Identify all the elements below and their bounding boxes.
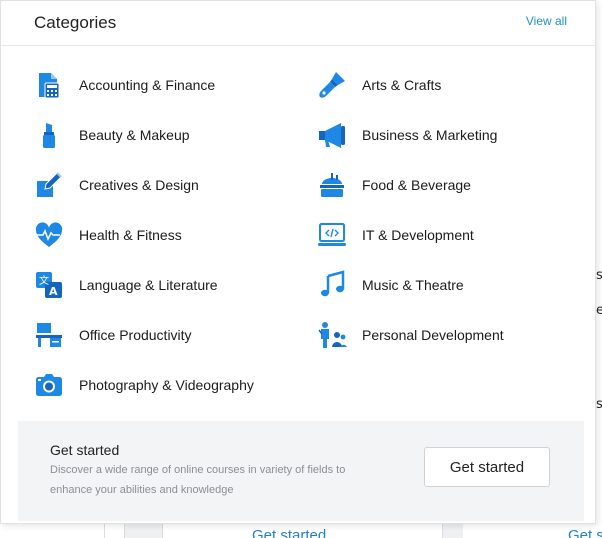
- svg-text:A: A: [49, 285, 58, 298]
- background-text-fragment: s: [596, 268, 602, 283]
- category-label: IT & Development: [362, 227, 474, 243]
- pen-design-icon: [33, 169, 65, 201]
- background-text-fragment: s: [596, 397, 602, 412]
- category-health-fitness[interactable]: Health & Fitness: [33, 219, 182, 251]
- paintbrush-icon: [316, 69, 348, 101]
- code-laptop-icon: [316, 219, 348, 251]
- food-icon: [316, 169, 348, 201]
- category-it-development[interactable]: IT & Development: [316, 219, 474, 251]
- get-started-heading: Get started: [50, 442, 120, 458]
- category-label: Health & Fitness: [79, 227, 182, 243]
- category-label: Food & Beverage: [362, 177, 471, 193]
- category-label: Beauty & Makeup: [79, 127, 190, 143]
- category-office-productivity[interactable]: Office Productivity: [33, 319, 192, 351]
- heart-pulse-icon: [33, 219, 65, 251]
- music-note-icon: [316, 269, 348, 301]
- megaphone-icon: [316, 119, 348, 151]
- get-started-button[interactable]: Get started: [424, 447, 550, 487]
- category-label: Business & Marketing: [362, 127, 498, 143]
- category-label: Accounting & Finance: [79, 77, 216, 93]
- category-label: Personal Development: [362, 327, 504, 343]
- office-desk-icon: [33, 319, 65, 351]
- get-started-description: Discover a wide range of online courses …: [50, 464, 346, 496]
- category-label: Office Productivity: [79, 327, 192, 343]
- category-label: Arts & Crafts: [362, 77, 442, 93]
- category-arts-crafts[interactable]: Arts & Crafts: [316, 69, 441, 101]
- lipstick-icon: [33, 119, 65, 151]
- category-personal-development[interactable]: Personal Development: [316, 319, 504, 351]
- category-label: Creatives & Design: [79, 177, 199, 193]
- svg-text:文: 文: [39, 274, 49, 287]
- category-creatives-design[interactable]: Creatives & Design: [33, 169, 199, 201]
- background-get-started-link[interactable]: Get started: [252, 527, 326, 538]
- camera-icon: [33, 369, 65, 401]
- category-business-marketing[interactable]: Business & Marketing: [316, 119, 497, 151]
- category-photography-videography[interactable]: Photography & Videography: [33, 369, 254, 401]
- category-language-literature[interactable]: 文A Language & Literature: [33, 269, 218, 301]
- people-growth-icon: [316, 319, 348, 351]
- dropdown-header: Categories View all: [1, 1, 595, 46]
- dropdown-title: Categories: [34, 13, 117, 32]
- category-music-theatre[interactable]: Music & Theatre: [316, 269, 464, 301]
- translate-icon: 文A: [33, 269, 65, 301]
- background-get-started-link[interactable]: Get started: [568, 527, 602, 538]
- category-label: Photography & Videography: [79, 377, 254, 393]
- category-accounting-finance[interactable]: Accounting & Finance: [33, 69, 215, 101]
- categories-dropdown: Categories View all Accounting & Finance…: [0, 0, 596, 524]
- calculator-icon: [33, 69, 65, 101]
- background-text-fragment: e: [596, 303, 602, 318]
- category-label: Music & Theatre: [362, 277, 464, 293]
- category-beauty-makeup[interactable]: Beauty & Makeup: [33, 119, 190, 151]
- category-label: Language & Literature: [79, 277, 218, 293]
- view-all-link[interactable]: View all: [526, 14, 567, 28]
- get-started-section: Get started Discover a wide range of onl…: [18, 421, 584, 521]
- background-course-row: Get started Get started: [0, 522, 602, 538]
- category-food-beverage[interactable]: Food & Beverage: [316, 169, 471, 201]
